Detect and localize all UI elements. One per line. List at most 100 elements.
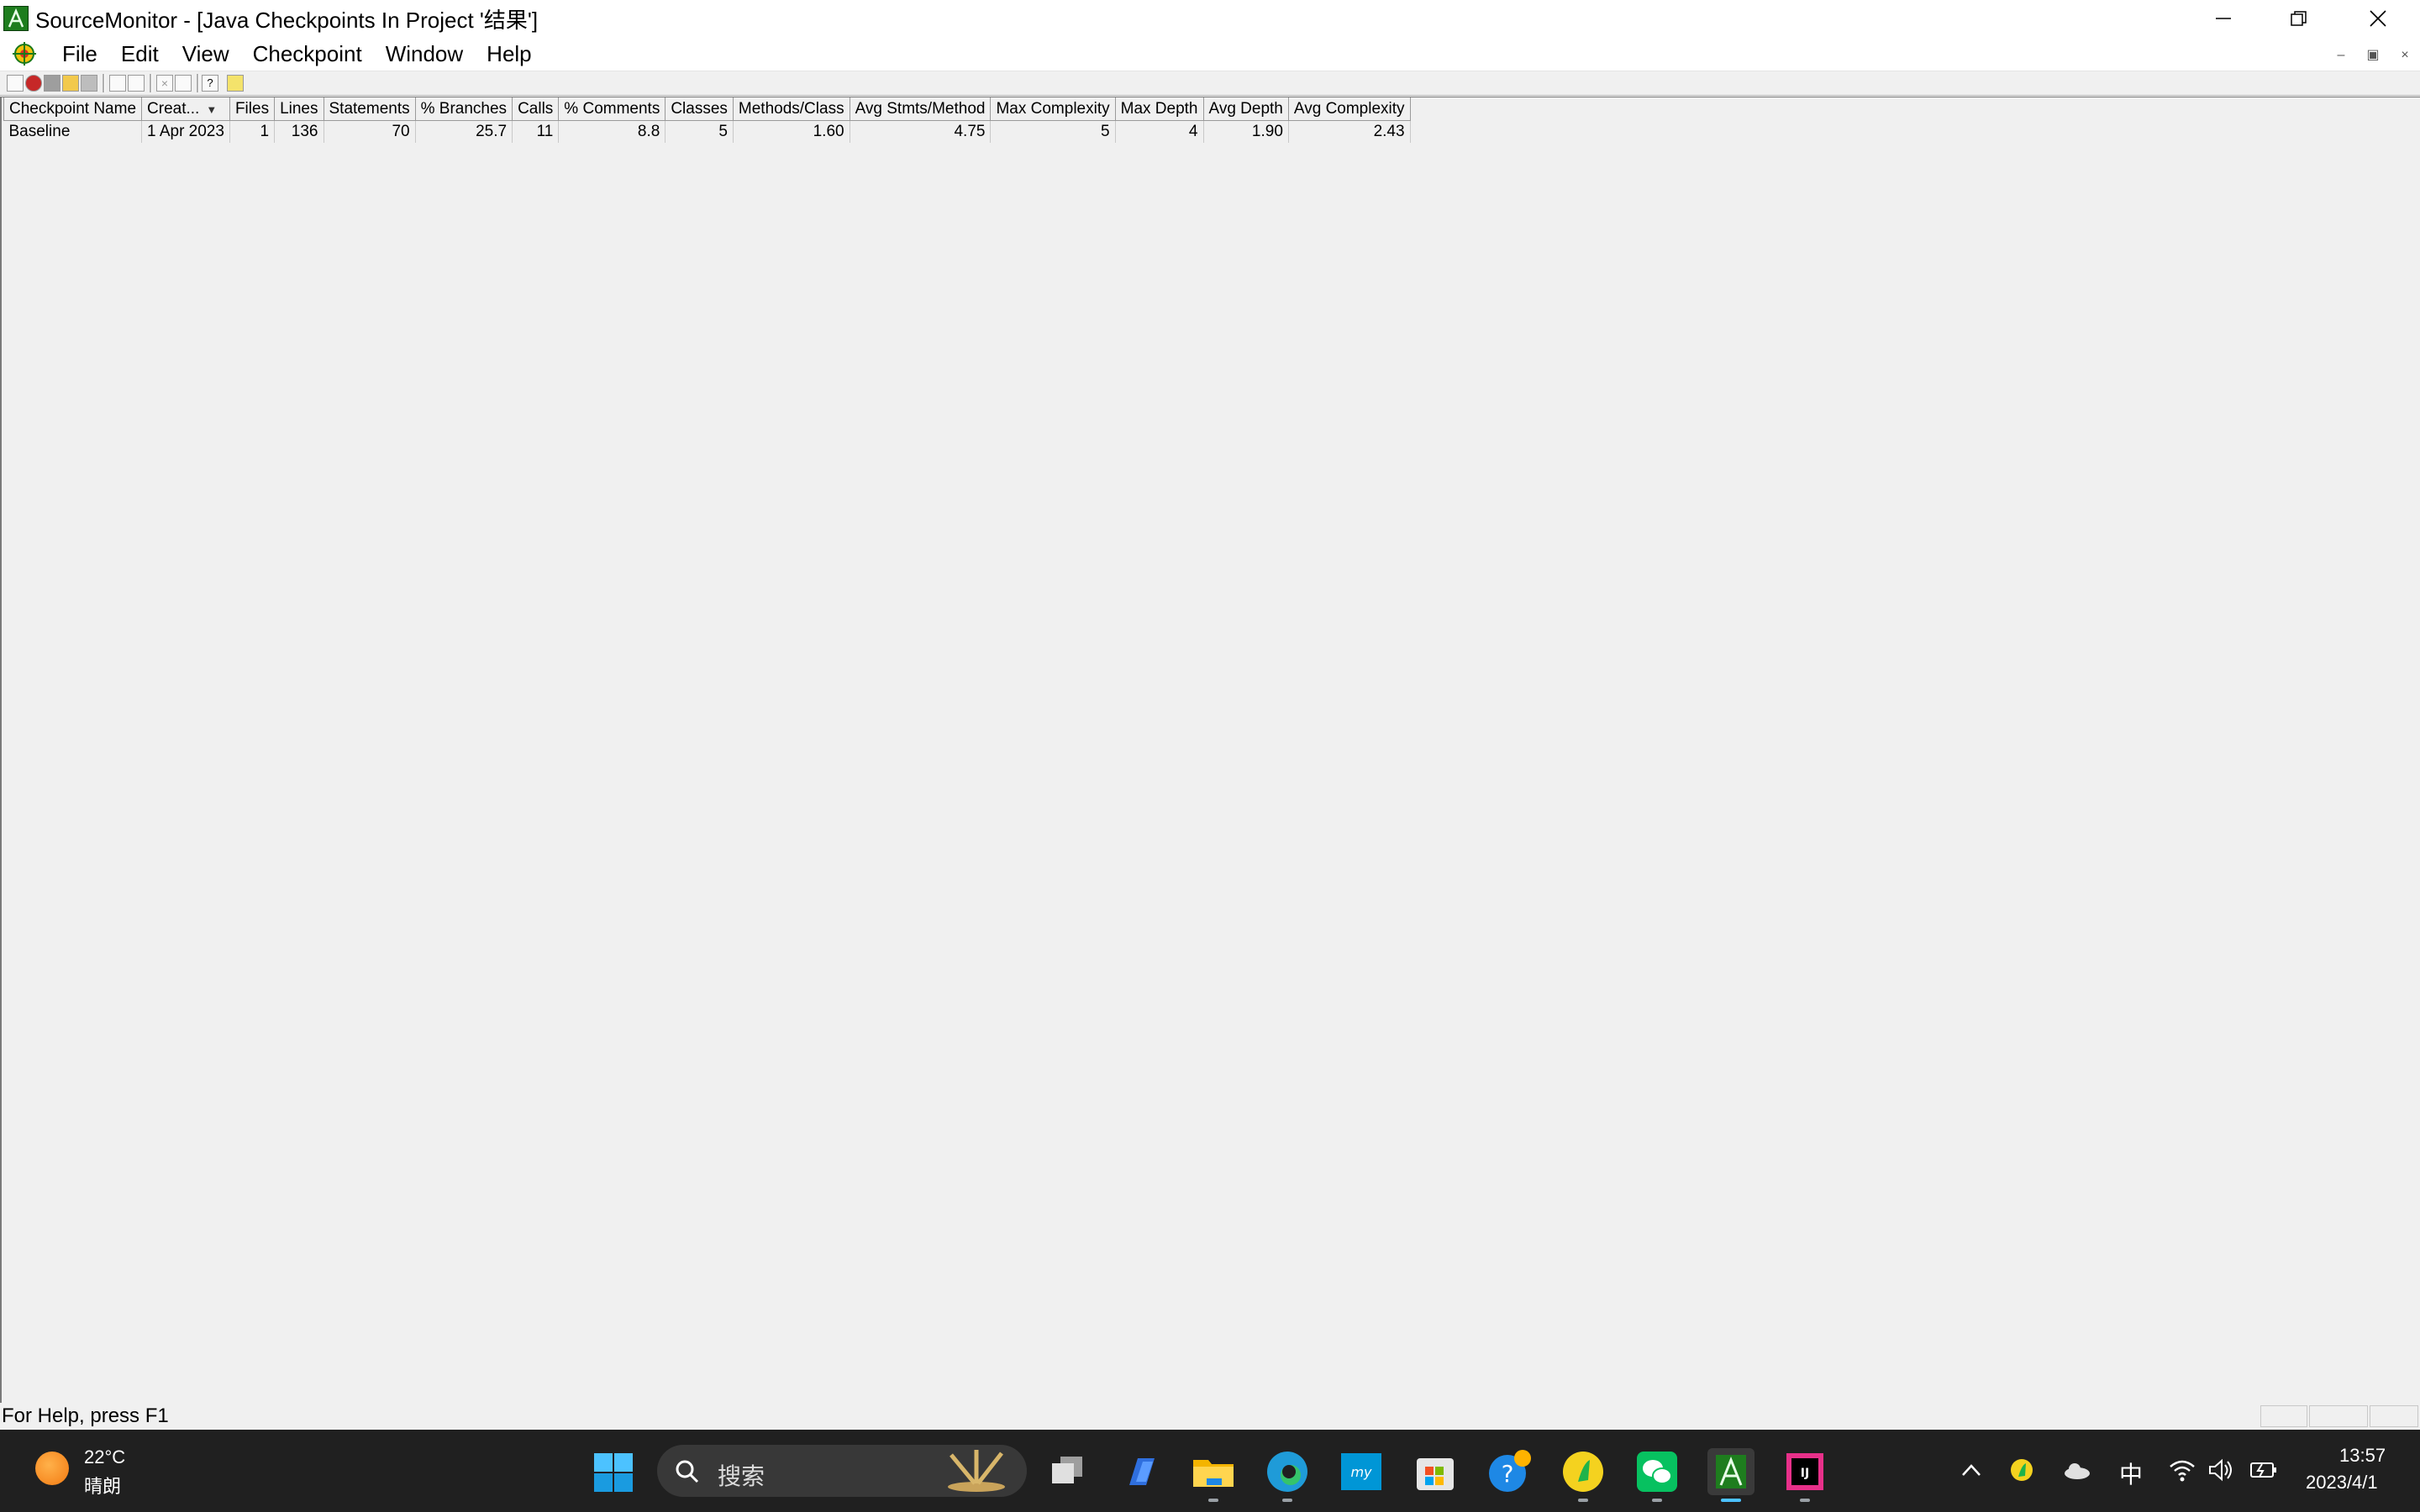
cell-avg-depth: 1.90: [1203, 120, 1289, 143]
column-max-depth[interactable]: Max Depth: [1114, 97, 1204, 121]
weather-sun-icon[interactable]: [35, 1452, 69, 1485]
column-branches[interactable]: % Branches: [414, 97, 513, 121]
column-avg-depth[interactable]: Avg Depth: [1202, 97, 1289, 121]
column-classes[interactable]: Classes: [665, 97, 734, 121]
volume-tray[interactable]: [2207, 1457, 2235, 1483]
toolbar-separator: [103, 74, 105, 92]
checkpoint-button[interactable]: [227, 75, 244, 92]
table-header-row: Checkpoint Name Creat... ▼ Files Lines St…: [3, 97, 1411, 121]
active-indicator: [1721, 1499, 1741, 1502]
svg-text:?: ?: [1502, 1460, 1514, 1488]
running-indicator: [1578, 1499, 1588, 1502]
column-methods-per-class[interactable]: Methods/Class: [732, 97, 850, 121]
cell-avg-stmts-per-method: 4.75: [850, 120, 992, 143]
qq-music-app[interactable]: [1560, 1448, 1607, 1495]
taskbar-search-box[interactable]: 搜索: [657, 1445, 1027, 1497]
column-avg-stmts-per-method[interactable]: Avg Stmts/Method: [849, 97, 992, 121]
input-method-indicator[interactable]: 中: [2119, 1457, 2143, 1490]
context-help-button[interactable]: ?: [202, 75, 218, 92]
task-view-button[interactable]: [1044, 1448, 1091, 1495]
search-placeholder: 搜索: [718, 1463, 765, 1489]
cell-files: 1: [229, 120, 276, 143]
menu-window[interactable]: Window: [374, 41, 475, 67]
file-explorer-app[interactable]: [1190, 1448, 1237, 1495]
properties-button[interactable]: [175, 75, 192, 92]
sourcemonitor-app-icon[interactable]: [3, 6, 29, 31]
sourcemonitor-taskbar-app[interactable]: [1707, 1448, 1754, 1495]
qq-music-tray[interactable]: [2008, 1457, 2035, 1483]
copilot-app[interactable]: [1118, 1448, 1165, 1495]
get-help-app[interactable]: ?: [1486, 1448, 1533, 1495]
running-indicator: [1282, 1499, 1292, 1502]
close-button[interactable]: [2341, 0, 2415, 37]
column-max-complexity[interactable]: Max Complexity: [990, 97, 1116, 121]
minimize-button[interactable]: [2186, 0, 2260, 37]
column-checkpoint-name[interactable]: Checkpoint Name: [3, 97, 143, 121]
show-hidden-icons-button[interactable]: [1958, 1457, 1985, 1483]
microsoft-store-app[interactable]: [1412, 1448, 1459, 1495]
myhp-app[interactable]: my: [1338, 1448, 1385, 1495]
close-project-button[interactable]: [44, 75, 60, 92]
clock-date[interactable]: 2023/4/1: [2306, 1472, 2378, 1494]
column-statements[interactable]: Statements: [323, 97, 416, 121]
onedrive-tray[interactable]: [2062, 1457, 2092, 1483]
cell-classes: 5: [665, 120, 734, 143]
child-close-button[interactable]: ×: [2388, 44, 2420, 67]
column-created[interactable]: Creat... ▼: [141, 97, 230, 121]
print-preview-button[interactable]: [128, 75, 145, 92]
cell-lines: 136: [274, 120, 324, 143]
new-project-button[interactable]: [7, 75, 24, 92]
cell-max-depth: 4: [1115, 120, 1204, 143]
document-menu-icon[interactable]: [12, 41, 37, 66]
cell-max-complexity: 5: [990, 120, 1116, 143]
copilot-icon: [1129, 1458, 1155, 1485]
menu-help[interactable]: Help: [475, 41, 543, 67]
music-tray-icon: [2011, 1459, 2033, 1481]
wechat-app[interactable]: [1634, 1448, 1681, 1495]
taskbar: 22°C 晴朗 搜索 my ? IJ 中 13:57 2023/4/1: [0, 1430, 2420, 1512]
open-folder-button[interactable]: [62, 75, 79, 92]
cell-checkpoint-name: Baseline: [3, 120, 143, 143]
svg-text:IJ: IJ: [1801, 1467, 1809, 1480]
column-avg-complexity[interactable]: Avg Complexity: [1287, 97, 1411, 121]
battery-charging-icon: [2250, 1462, 2276, 1478]
sourcemonitor-icon: [1716, 1455, 1746, 1488]
status-text: For Help, press F1: [2, 1404, 169, 1427]
network-tray[interactable]: [2168, 1457, 2196, 1483]
restore-button[interactable]: [2262, 0, 2336, 37]
clock-time[interactable]: 13:57: [2339, 1445, 2386, 1467]
start-button[interactable]: [593, 1452, 634, 1493]
child-minimize-button[interactable]: –: [2324, 44, 2358, 67]
toolbar-separator: [150, 74, 152, 92]
edge-browser-app[interactable]: [1264, 1448, 1311, 1495]
restore-icon: [2291, 11, 2307, 26]
delete-button[interactable]: ×: [156, 75, 173, 92]
menu-view[interactable]: View: [171, 41, 241, 67]
weather-temperature[interactable]: 22°C: [84, 1446, 125, 1468]
status-pane-cap: [2260, 1405, 2307, 1427]
cell-methods-per-class: 1.60: [733, 120, 850, 143]
toolbar-separator: [197, 74, 199, 92]
cell-comments: 8.8: [558, 120, 666, 143]
print-button[interactable]: [109, 75, 126, 92]
menu-edit[interactable]: Edit: [109, 41, 171, 67]
intellij-idea-app[interactable]: IJ: [1781, 1448, 1828, 1495]
menu-checkpoint[interactable]: Checkpoint: [241, 41, 374, 67]
store-icon: [1417, 1458, 1454, 1490]
close-icon: [2370, 10, 2386, 27]
column-files[interactable]: Files: [229, 97, 276, 121]
column-comments[interactable]: % Comments: [558, 97, 666, 121]
cell-avg-complexity: 2.43: [1288, 120, 1411, 143]
checkpoint-list-view[interactable]: Checkpoint Name Creat... ▼ Files Lines St…: [0, 97, 2420, 1404]
open-project-button[interactable]: [25, 75, 42, 92]
battery-tray[interactable]: [2249, 1457, 2279, 1483]
menu-file[interactable]: File: [50, 41, 109, 67]
column-created-label: Creat...: [147, 99, 200, 118]
column-calls[interactable]: Calls: [512, 97, 560, 121]
cell-branches: 25.7: [415, 120, 513, 143]
weather-description[interactable]: 晴朗: [84, 1472, 121, 1499]
save-button[interactable]: [81, 75, 97, 92]
column-lines[interactable]: Lines: [274, 97, 324, 121]
child-restore-button[interactable]: ▣: [2356, 44, 2390, 67]
table-row[interactable]: Baseline 1 Apr 2023 1 136 70 25.7 11 8.8…: [3, 120, 1411, 143]
